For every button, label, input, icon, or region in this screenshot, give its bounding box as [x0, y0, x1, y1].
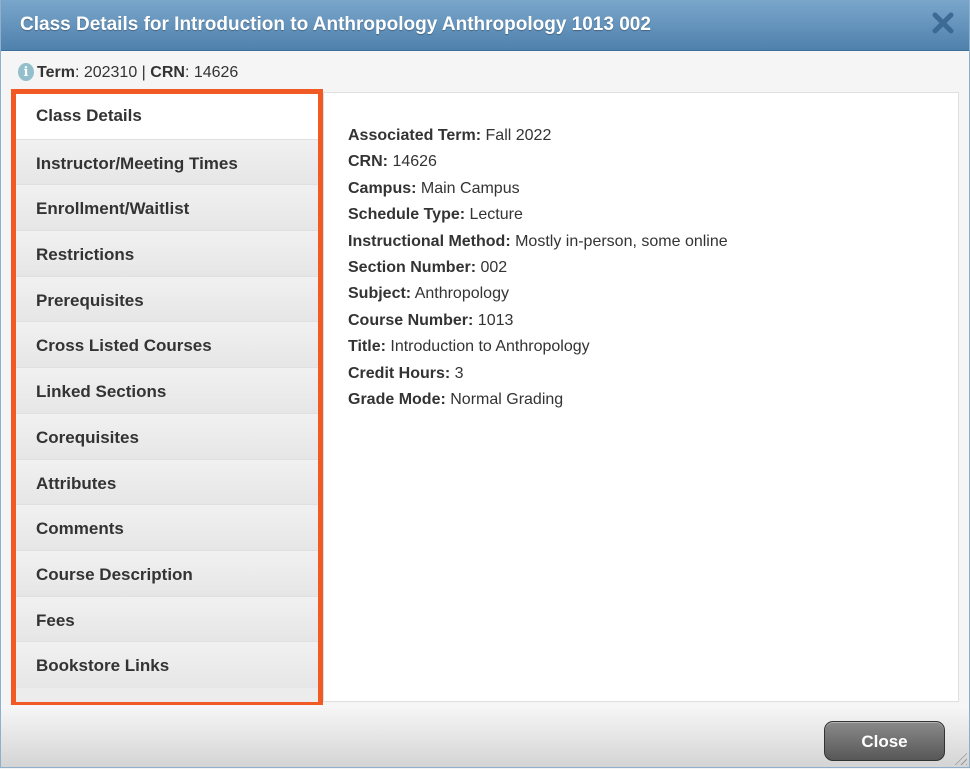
- tab-corequisites[interactable]: Corequisites: [16, 413, 318, 460]
- tab-instructor-meeting-times[interactable]: Instructor/Meeting Times: [16, 139, 318, 186]
- detail-instructional-method: Instructional Method: Mostly in-person, …: [348, 232, 728, 250]
- class-details-dialog: Class Details for Introduction to Anthro…: [0, 0, 970, 768]
- tab-attributes[interactable]: Attributes: [16, 459, 318, 506]
- close-x-icon[interactable]: [931, 10, 955, 36]
- tab-linked-sections[interactable]: Linked Sections: [16, 368, 318, 414]
- term-info-text: Term: 202310 | CRN: 14626: [37, 64, 238, 82]
- detail-crn: CRN: 14626: [348, 153, 437, 171]
- crn-value: : 14626: [184, 64, 239, 81]
- detail-associated-term: Associated Term: Fall 2022: [348, 127, 552, 144]
- detail-credit-hours: Credit Hours: 3: [348, 364, 464, 382]
- tab-restrictions[interactable]: Restrictions: [16, 231, 318, 277]
- close-button[interactable]: Close: [824, 721, 945, 761]
- detail-subject: Subject: Anthropology: [348, 285, 509, 303]
- class-details-panel: Associated Term: Fall 2022 CRN: 14626 Ca…: [323, 92, 959, 702]
- detail-course-number: Course Number: 1013: [348, 311, 514, 329]
- detail-campus: Campus: Main Campus: [348, 179, 520, 197]
- details-tab-list: Class Details Instructor/Meeting Times E…: [11, 89, 323, 707]
- tab-class-details[interactable]: Class Details: [16, 94, 318, 140]
- detail-schedule-type: Schedule Type: Lecture: [348, 206, 523, 224]
- info-icon: i: [18, 63, 34, 81]
- tab-bookstore-links[interactable]: Bookstore Links: [16, 642, 318, 688]
- detail-title: Title: Introduction to Anthropology: [348, 338, 590, 356]
- dialog-titlebar[interactable]: Class Details for Introduction to Anthro…: [1, 0, 969, 51]
- detail-grade-mode: Grade Mode: Normal Grading: [348, 391, 564, 409]
- tab-fees[interactable]: Fees: [16, 596, 318, 643]
- term-label: Term: [37, 64, 75, 81]
- dialog-title: Class Details for Introduction to Anthro…: [20, 14, 651, 35]
- detail-section-number: Section Number: 002: [348, 259, 508, 277]
- crn-label: CRN: [150, 64, 185, 81]
- tab-enrollment-waitlist[interactable]: Enrollment/Waitlist: [16, 185, 318, 232]
- tab-comments[interactable]: Comments: [16, 505, 318, 551]
- tab-cross-listed-courses[interactable]: Cross Listed Courses: [16, 322, 318, 369]
- term-info-bar: i Term: 202310 | CRN: 14626: [1, 51, 969, 87]
- tab-course-description[interactable]: Course Description: [16, 550, 318, 597]
- term-value: : 202310 |: [74, 64, 151, 81]
- details-list: Associated Term: Fall 2022 CRN: 14626 Ca…: [348, 123, 728, 413]
- tab-prerequisites[interactable]: Prerequisites: [16, 276, 318, 323]
